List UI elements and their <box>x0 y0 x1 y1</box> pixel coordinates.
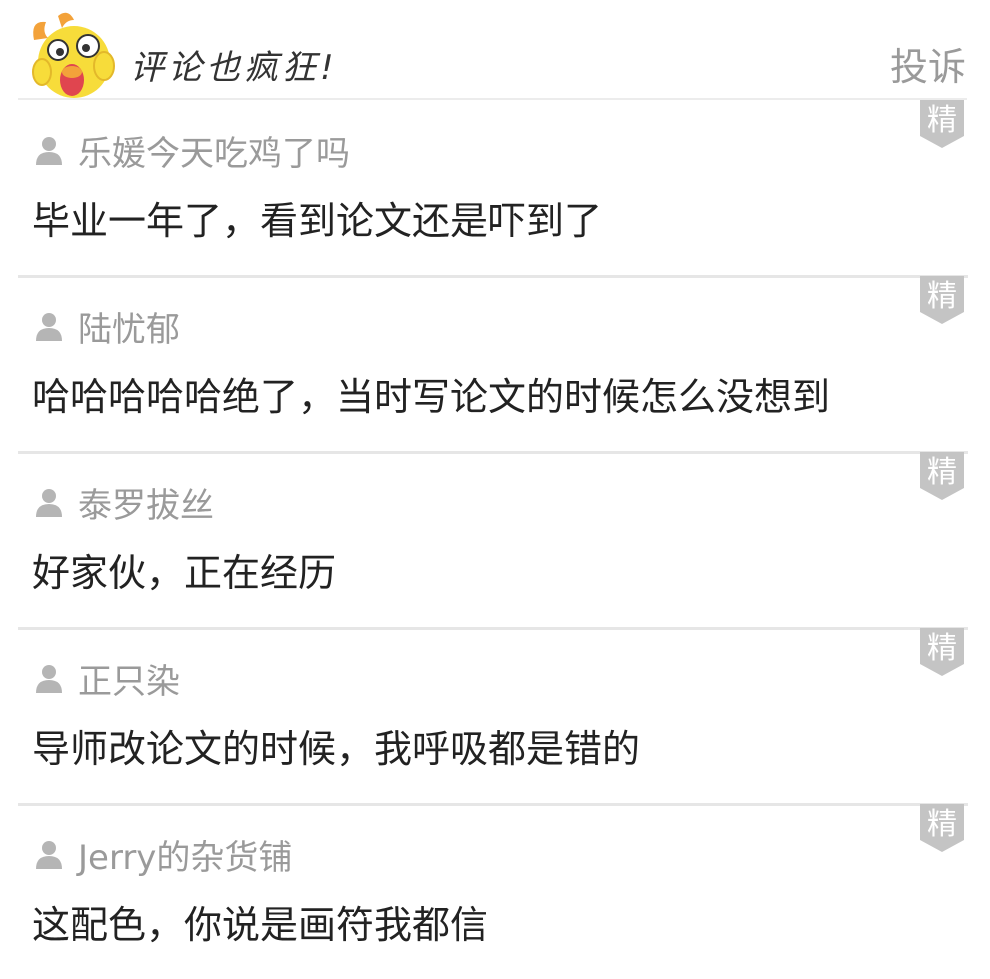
comment-item: 精 正只染 导师改论文的时候，我呼吸都是错的 <box>18 628 968 806</box>
user-icon <box>36 137 62 165</box>
comment-text: 哈哈哈哈哈绝了，当时写论文的时候怎么没想到 <box>32 375 831 419</box>
username: 正只染 <box>78 661 180 702</box>
featured-badge-label: 精 <box>927 631 957 666</box>
featured-badge: 精 <box>920 804 964 852</box>
featured-badge-label: 精 <box>927 455 957 490</box>
user-icon <box>36 489 62 517</box>
comment-user[interactable]: 正只染 <box>34 654 180 702</box>
comment-text: 毕业一年了，看到论文还是吓到了 <box>32 199 603 243</box>
comment-user[interactable]: 乐媛今天吃鸡了吗 <box>34 126 350 174</box>
username: 陆忧郁 <box>78 309 180 350</box>
chick-mascot-icon <box>32 12 115 98</box>
featured-badge-label: 精 <box>927 103 957 138</box>
comment-user[interactable]: Jerry的杂货铺 <box>34 830 292 878</box>
comment-item: 精 泰罗拔丝 好家伙，正在经历 <box>18 452 968 630</box>
user-icon <box>36 841 62 869</box>
featured-badge: 精 <box>920 100 964 148</box>
comment-user[interactable]: 泰罗拔丝 <box>34 478 214 526</box>
user-icon <box>36 313 62 341</box>
featured-badge-label: 精 <box>927 807 957 842</box>
comment-text: 这配色，你说是画符我都信 <box>32 903 489 947</box>
featured-badge: 精 <box>920 452 964 500</box>
featured-badge: 精 <box>920 628 964 676</box>
comment-item: 精 乐媛今天吃鸡了吗 毕业一年了，看到论文还是吓到了 <box>18 100 968 278</box>
username: 泰罗拔丝 <box>78 485 214 526</box>
comment-text: 导师改论文的时候，我呼吸都是错的 <box>32 727 641 771</box>
page-title: 评论也疯狂! <box>130 48 338 88</box>
username: 乐媛今天吃鸡了吗 <box>78 133 350 174</box>
featured-badge: 精 <box>920 276 964 324</box>
report-button[interactable]: 投诉 <box>890 36 966 91</box>
user-icon <box>36 665 62 693</box>
comment-user[interactable]: 陆忧郁 <box>34 302 180 350</box>
comment-item: 精 Jerry的杂货铺 这配色，你说是画符我都信 <box>18 804 968 979</box>
comment-item: 精 陆忧郁 哈哈哈哈哈绝了，当时写论文的时候怎么没想到 <box>18 276 968 454</box>
featured-badge-label: 精 <box>927 279 957 314</box>
comments-header: 评论也疯狂! 投诉 <box>0 0 990 100</box>
username: Jerry的杂货铺 <box>78 837 293 878</box>
comment-text: 好家伙，正在经历 <box>32 551 337 595</box>
